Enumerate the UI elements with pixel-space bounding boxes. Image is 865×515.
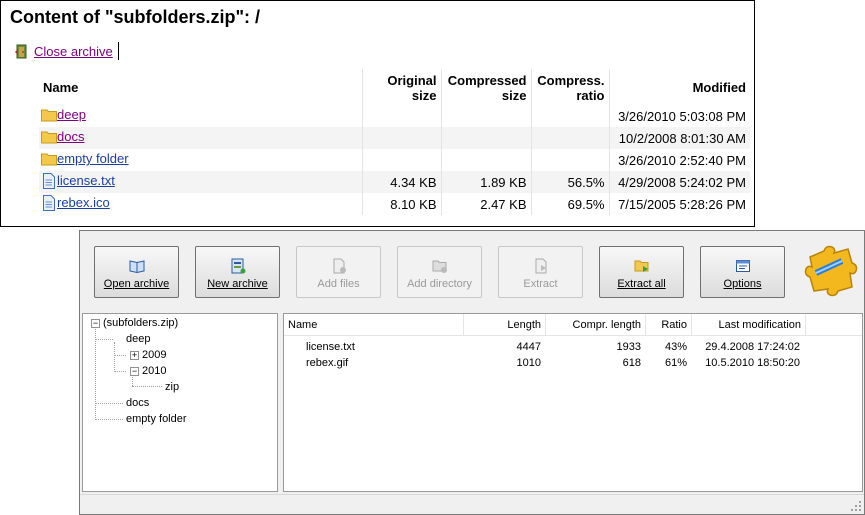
folder-icon [41, 153, 57, 166]
list-header: Name Length Compr. length Ratio Last mod… [284, 314, 862, 336]
col-ratio-header[interactable]: Ratio [646, 314, 692, 336]
door-icon [15, 44, 27, 58]
close-archive-link[interactable]: Close archive [34, 44, 113, 59]
table-header-row: Name Original size Compressed size Compres… [39, 69, 750, 105]
tree-node-zip[interactable]: zip [165, 380, 179, 394]
folder-link-empty-folder[interactable]: empty folder [57, 151, 129, 166]
page-title: Content of "subfolders.zip": / [10, 7, 261, 27]
modified-cell: 10/2/2008 8:01:30 AM [608, 127, 750, 149]
open-archive-button[interactable]: Open archive [94, 246, 179, 298]
modified-cell: 7/15/2005 5:28:26 PM [608, 193, 750, 215]
close-archive-row: Close archive [14, 41, 119, 61]
extract-icon [535, 258, 546, 274]
folder-icon [41, 131, 57, 144]
tree-node-empty-folder[interactable]: empty folder [126, 412, 187, 426]
status-bar [80, 494, 864, 514]
tree-node-root[interactable]: − (subfolders.zip) [91, 316, 178, 330]
new-archive-icon [231, 258, 245, 274]
ratio-cell: 69.5% [530, 193, 609, 215]
extract-button[interactable]: Extract [498, 246, 583, 298]
extract-all-button[interactable]: Extract all [599, 246, 684, 298]
modified-cell: 3/26/2010 5:03:08 PM [608, 105, 750, 127]
compressed-size-cell: 1.89 KB [440, 171, 531, 193]
resize-grip-icon[interactable] [851, 501, 861, 511]
extract-all-icon [634, 260, 648, 272]
book-icon [129, 260, 144, 274]
table-row: rebex.ico 8.10 KB 2.47 KB 69.5% 7/15/200… [39, 193, 750, 215]
tree-node-deep[interactable]: deep [126, 332, 150, 346]
zip-app-window: Open archive New archive Add files Add d… [79, 230, 865, 515]
col-compr-length-header[interactable]: Compr. length [546, 314, 646, 336]
ratio-cell: 56.5% [530, 171, 609, 193]
toolbar: Open archive New archive Add files Add d… [80, 231, 864, 311]
tree-node-2009[interactable]: + 2009 [130, 348, 166, 362]
col-name-header: Name [43, 79, 79, 95]
file-link-rebex[interactable]: rebex.ico [57, 195, 110, 210]
options-icon [735, 260, 750, 272]
original-size-cell: 4.34 KB [361, 171, 441, 193]
add-directory-icon [432, 260, 447, 273]
folder-tree[interactable]: − (subfolders.zip) deep + 2009 − 2010 zi… [82, 313, 278, 492]
folder-icon [41, 109, 57, 122]
options-button[interactable]: Options [700, 246, 785, 298]
table-row: empty folder 3/26/2010 2:52:40 PM [39, 149, 750, 171]
archive-content-table: Name Original size Compressed size Compres… [39, 69, 750, 215]
add-files-button[interactable]: Add files [296, 246, 381, 298]
col-last-modification-header[interactable]: Last modification [692, 314, 806, 336]
tree-node-docs[interactable]: docs [126, 396, 149, 410]
table-row: license.txt 4.34 KB 1.89 KB 56.5% 4/29/2… [39, 171, 750, 193]
web-archive-panel: Content of "subfolders.zip": / Close arc… [0, 0, 755, 227]
text-caret [117, 42, 119, 60]
col-name-header[interactable]: Name [284, 314, 464, 336]
file-link-license[interactable]: license.txt [57, 173, 115, 188]
table-row: docs 10/2/2008 8:01:30 AM [39, 127, 750, 149]
file-icon [43, 172, 55, 189]
col-compress-ratio-header: Compress. ratio [530, 69, 609, 105]
new-archive-button[interactable]: New archive [195, 246, 280, 298]
modified-cell: 4/29/2008 5:24:02 PM [608, 171, 750, 193]
col-compressed-size-header: Compressed size [440, 69, 531, 105]
folder-link-deep[interactable]: deep [57, 107, 86, 122]
original-size-cell: 8.10 KB [361, 193, 441, 215]
table-row: deep 3/26/2010 5:03:08 PM [39, 105, 750, 127]
file-list[interactable]: Name Length Compr. length Ratio Last mod… [283, 313, 863, 492]
compressed-size-cell: 2.47 KB [440, 193, 531, 215]
tree-node-2010[interactable]: − 2010 [130, 364, 166, 378]
folder-link-docs[interactable]: docs [57, 129, 84, 144]
expand-toggle[interactable]: + [130, 350, 139, 360]
col-modified-header: Modified [608, 69, 750, 105]
add-files-icon [333, 258, 346, 274]
col-original-size-header: Original size [361, 69, 441, 105]
col-length-header[interactable]: Length [464, 314, 546, 336]
puzzle-logo-icon [804, 245, 858, 297]
add-directory-button[interactable]: Add directory [397, 246, 482, 298]
collapse-toggle[interactable]: − [130, 366, 139, 376]
collapse-toggle[interactable]: − [91, 318, 100, 328]
modified-cell: 3/26/2010 2:52:40 PM [608, 149, 750, 171]
file-icon [43, 194, 55, 211]
